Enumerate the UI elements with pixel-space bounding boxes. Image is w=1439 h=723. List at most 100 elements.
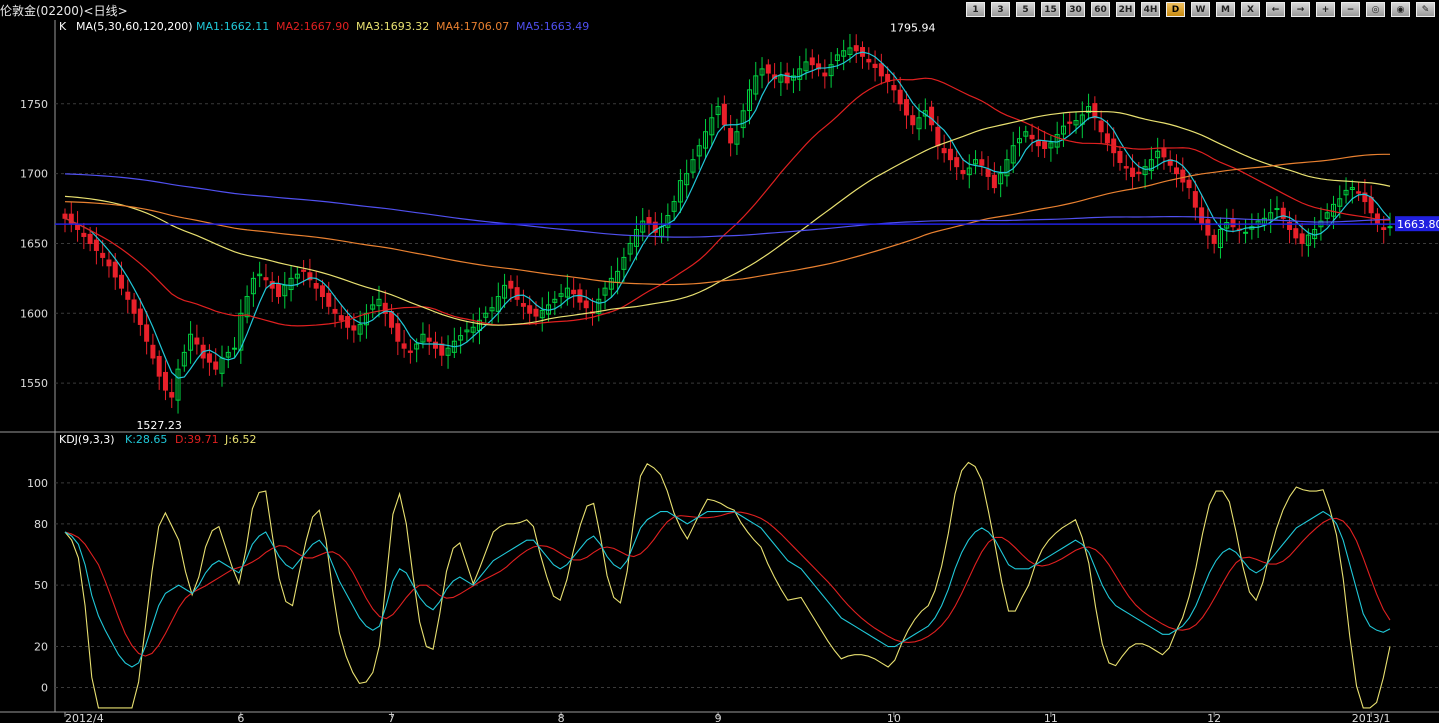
candle-body xyxy=(1161,147,1167,158)
kdj-y-tick: 50 xyxy=(34,579,48,592)
price-chart: 1550 1600 1650 1700 1750 0 20 50 80 100 2012/4 6 7 8 9… xyxy=(0,20,1439,723)
candle-body xyxy=(527,305,533,314)
candle-body xyxy=(1387,226,1393,229)
candle-body xyxy=(206,353,212,363)
candle-body xyxy=(853,45,859,52)
ma-line-ma1 xyxy=(64,51,1391,379)
x-tick-label: 6 xyxy=(237,712,244,723)
candle-body xyxy=(1356,191,1362,194)
candle-body xyxy=(401,343,407,349)
candle-body xyxy=(100,252,106,258)
candle-body xyxy=(156,355,162,377)
kdj-y-tick: 0 xyxy=(41,681,48,694)
candle-body xyxy=(232,347,238,350)
candle-body xyxy=(728,128,734,144)
price-y-tick: 1600 xyxy=(20,307,48,320)
candle-body xyxy=(514,287,520,300)
candle-body xyxy=(144,324,150,342)
candle-body xyxy=(1029,134,1035,140)
candle-body xyxy=(929,106,935,126)
kdj-y-tick: 100 xyxy=(27,477,48,490)
candle-body xyxy=(583,300,589,309)
candle-body xyxy=(62,213,68,219)
candle-body xyxy=(426,337,432,342)
min-price-label: 1527.23 xyxy=(136,419,182,432)
x-tick-label: 2012/4 xyxy=(65,712,104,723)
ma-line-ma2 xyxy=(64,77,1391,327)
candle-body xyxy=(571,289,577,295)
candle-body xyxy=(338,315,344,321)
max-price-label: 1795.94 xyxy=(890,22,936,35)
kdj-y-tick: 80 xyxy=(34,518,48,531)
ma-legend-ma4: MA4:1706.07 xyxy=(436,20,509,33)
x-tick-label: 9 xyxy=(715,712,722,723)
candle-body xyxy=(508,280,514,289)
candle-body xyxy=(960,170,966,175)
candle-body xyxy=(1092,103,1098,119)
candle-body xyxy=(646,217,652,225)
candle-body xyxy=(1381,227,1387,230)
candle-body xyxy=(520,303,526,307)
candle-body xyxy=(106,259,112,267)
kdj-legend-j: J:6.52 xyxy=(224,433,256,446)
x-tick-label: 7 xyxy=(388,712,395,723)
candle-body xyxy=(1230,218,1236,228)
candle-body xyxy=(87,233,93,244)
candle-body xyxy=(910,115,916,126)
x-tick-label: 8 xyxy=(558,712,565,723)
price-panel-label: K xyxy=(59,20,67,33)
candle-body xyxy=(1299,233,1305,244)
candle-body xyxy=(326,292,332,307)
candle-body xyxy=(213,361,219,370)
x-tick-label: 12 xyxy=(1207,712,1221,723)
price-y-tick: 1750 xyxy=(20,98,48,111)
candle-body xyxy=(162,371,168,391)
candle-body xyxy=(954,157,960,168)
candle-body xyxy=(1186,179,1192,189)
kdj-legend-d: D:39.71 xyxy=(175,433,219,446)
candle-body xyxy=(276,283,282,298)
candle-body xyxy=(721,103,727,126)
candle-body xyxy=(784,72,790,84)
candle-body xyxy=(1243,231,1249,234)
candle-body xyxy=(150,344,156,359)
candle-body xyxy=(1205,219,1211,236)
candle-body xyxy=(407,350,413,353)
candle-body xyxy=(395,323,401,342)
price-y-tick: 1700 xyxy=(20,168,48,181)
price-y-tick: 1550 xyxy=(20,377,48,390)
candle-body xyxy=(301,269,307,272)
candle-body xyxy=(332,308,338,314)
candle-body xyxy=(866,58,872,63)
ma-legend-ma2: MA2:1667.90 xyxy=(276,20,349,33)
candle-body xyxy=(93,239,99,251)
candle-body xyxy=(1067,121,1073,124)
candle-body xyxy=(872,63,878,68)
candle-body xyxy=(935,126,941,147)
price-y-tick: 1650 xyxy=(20,237,48,250)
candle-body xyxy=(439,343,445,356)
candle-body xyxy=(112,261,118,278)
candle-body xyxy=(1173,167,1179,175)
candle-body xyxy=(432,341,438,349)
candle-body xyxy=(119,274,125,289)
candle-body xyxy=(903,99,909,116)
candle-body xyxy=(1293,228,1299,239)
candle-body xyxy=(1123,166,1129,169)
candle-body xyxy=(131,299,137,314)
candle-body xyxy=(891,85,897,91)
current-price-label: 1663.80 xyxy=(1397,218,1439,231)
kdj-legend-k: K:28.65 xyxy=(125,433,167,446)
x-tick-label: 10 xyxy=(887,712,901,723)
candle-body xyxy=(169,392,175,398)
candle-body xyxy=(319,285,325,298)
candle-body xyxy=(263,277,269,281)
ma-legend-ma5: MA5:1663.49 xyxy=(516,20,589,33)
candle-body xyxy=(1192,191,1198,208)
candle-body xyxy=(1104,133,1110,144)
candle-body xyxy=(1136,171,1142,175)
candle-body xyxy=(75,224,81,230)
candle-body xyxy=(1180,169,1186,183)
candle-body xyxy=(81,232,87,237)
candle-body xyxy=(822,72,828,77)
